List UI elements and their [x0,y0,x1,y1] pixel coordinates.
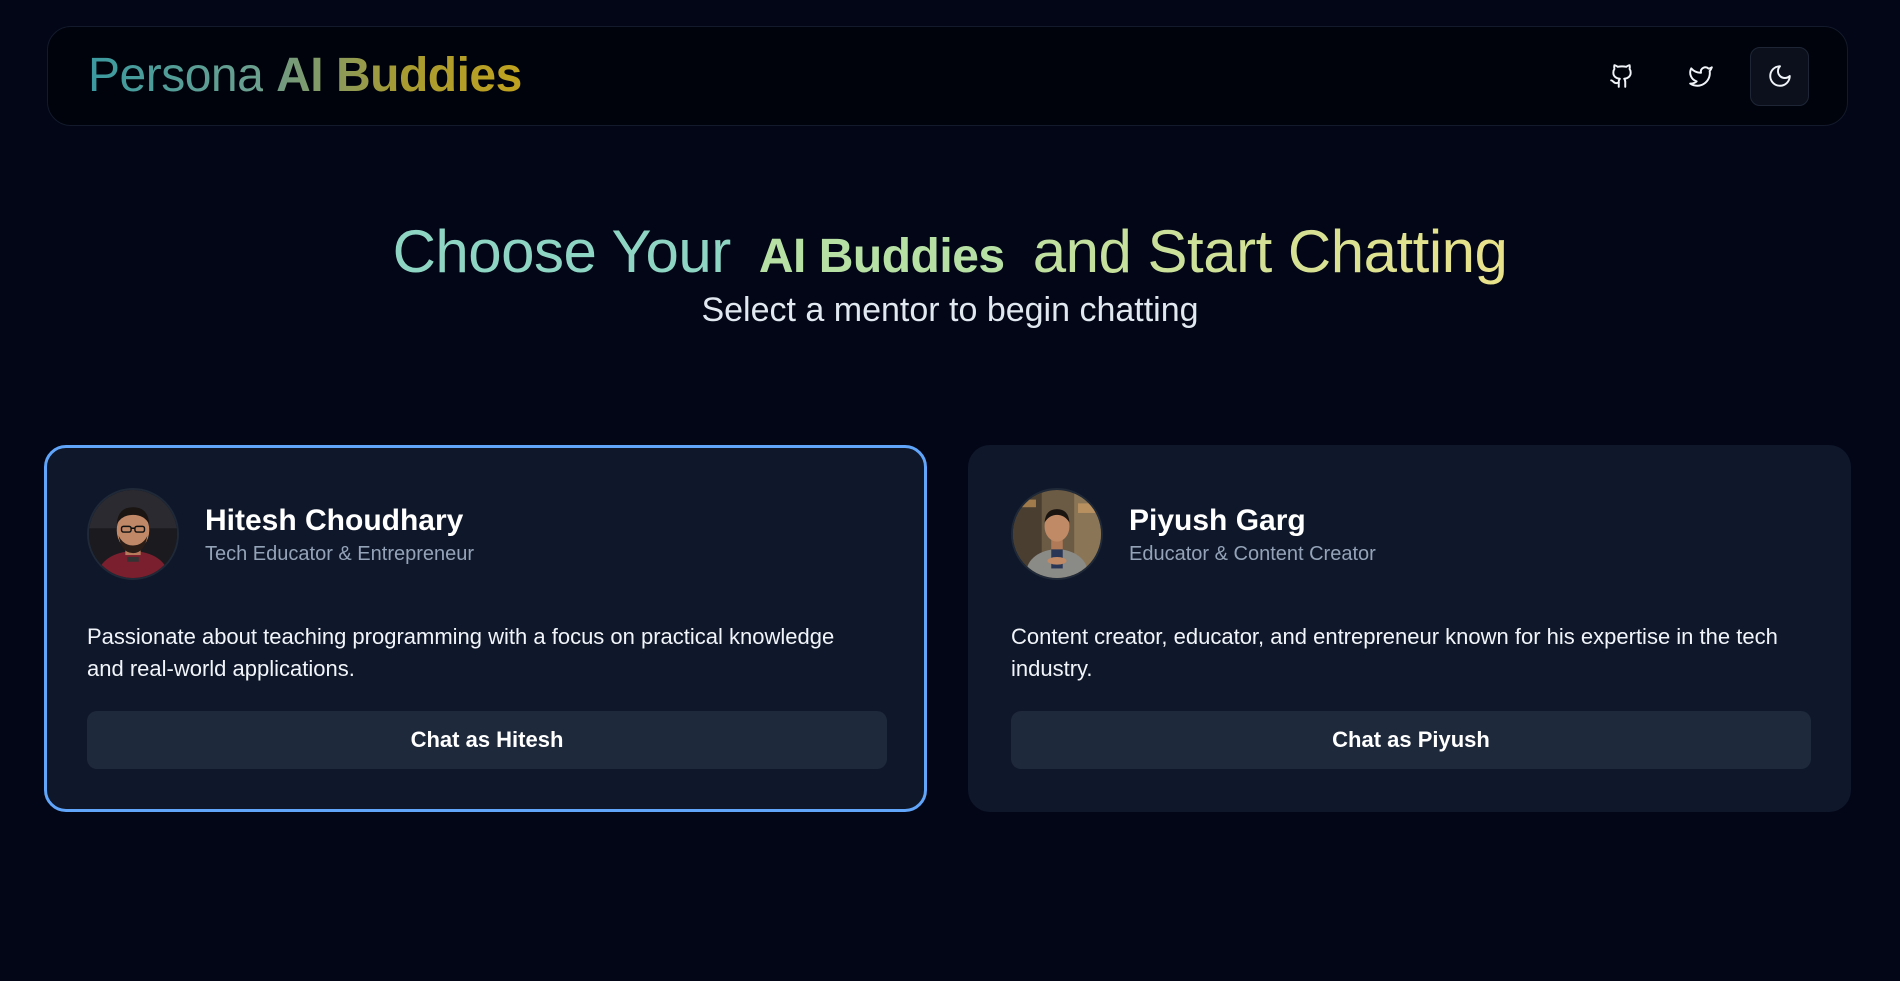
github-button[interactable] [1592,47,1651,106]
hero-title-part1: Choose Your [392,218,732,285]
mentor-card-header: Piyush Garg Educator & Content Creator [1011,488,1808,580]
mentor-card-piyush[interactable]: Piyush Garg Educator & Content Creator C… [968,445,1851,812]
mentor-description: Content creator, educator, and entrepren… [1011,624,1778,681]
mentor-cards: Hitesh Choudhary Tech Educator & Entrepr… [44,445,1851,812]
navbar: Persona AI Buddies [47,26,1848,126]
moon-icon [1768,65,1791,87]
hero: Choose Your AI Buddies and Start Chattin… [0,212,1900,330]
mentor-card-header: Hitesh Choudhary Tech Educator & Entrepr… [87,488,884,580]
mentor-meta: Hitesh Choudhary Tech Educator & Entrepr… [205,502,474,566]
brand-part1: Persona [88,49,264,102]
mentor-description: Passionate about teaching programming wi… [87,624,835,681]
chat-as-piyush-button[interactable]: Chat as Piyush [1011,711,1811,769]
brand-logo[interactable]: Persona AI Buddies [88,52,522,100]
twitter-icon [1688,66,1713,87]
brand-part2: AI Buddies [276,49,522,102]
github-icon [1609,64,1632,88]
mentor-card-hitesh[interactable]: Hitesh Choudhary Tech Educator & Entrepr… [44,445,927,812]
mentor-name: Piyush Garg [1129,504,1306,537]
mentor-name: Hitesh Choudhary [205,504,464,537]
nav-actions [1592,46,1809,106]
mentor-role: Tech Educator & Entrepreneur [205,543,475,565]
hero-subtitle: Select a mentor to begin chatting [701,291,1199,329]
hero-title-part3: and Start Chatting [1032,218,1508,285]
avatar [1011,488,1103,580]
avatar-piyush-image [1013,490,1101,578]
hero-title: Choose Your AI Buddies and Start Chattin… [0,212,1900,297]
mentor-meta: Piyush Garg Educator & Content Creator [1129,502,1376,566]
theme-toggle-button[interactable] [1750,46,1809,106]
hero-title-part2: AI Buddies [758,230,1005,283]
twitter-button[interactable] [1671,47,1730,106]
avatar [87,488,179,580]
avatar-hitesh-image [89,490,177,578]
chat-as-hitesh-button[interactable]: Chat as Hitesh [87,711,887,769]
mentor-role: Educator & Content Creator [1129,543,1376,565]
